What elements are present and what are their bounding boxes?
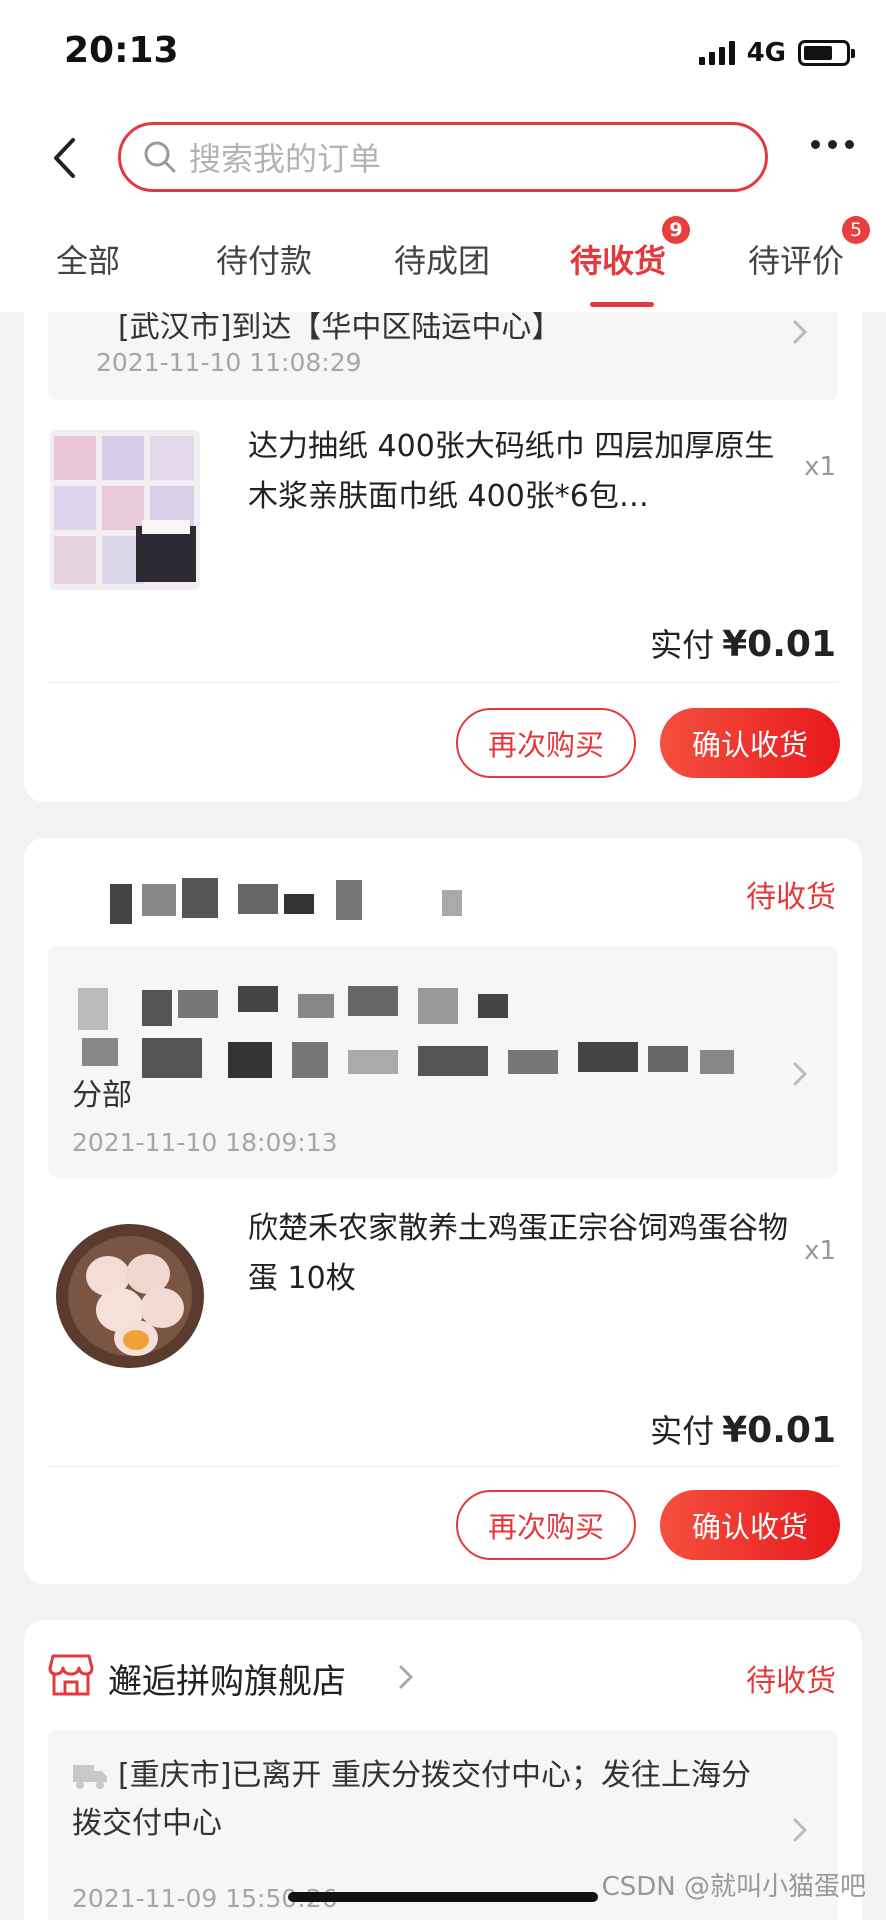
order-status: 待收货 <box>746 880 836 915</box>
tab-pending-group[interactable]: 待成团 <box>394 236 490 282</box>
chevron-left-icon <box>54 138 75 178</box>
rebuy-button[interactable]: 再次购买 <box>456 1490 636 1560</box>
battery-icon <box>798 40 855 66</box>
product-title[interactable]: 达力抽纸 400张大码纸巾 四层加厚原生木浆亲肤面巾纸 400张*6包… <box>248 422 788 522</box>
status-bar: 20:13 4G <box>0 0 886 100</box>
product-title[interactable]: 欣楚禾农家散养土鸡蛋正宗谷饲鸡蛋谷物蛋 10枚 <box>248 1204 788 1304</box>
active-tab-indicator <box>590 302 654 307</box>
chevron-right-icon <box>788 1054 812 1094</box>
tab-pending-receipt[interactable]: 待收货 9 <box>570 216 690 282</box>
confirm-receipt-button[interactable]: 确认收货 <box>660 1490 840 1560</box>
paid-amount-row: 实付 ¥0.01 <box>650 620 836 666</box>
chevron-right-icon <box>399 1665 414 1689</box>
logistics-text: [重庆市]已离开 重庆分拨交付中心；发往上海分拨交付中心 <box>72 1758 751 1841</box>
status-time: 20:13 <box>64 30 179 71</box>
logistics-info[interactable]: 分部 2021-11-10 18:09:13 <box>48 946 838 1178</box>
tab-label: 待收货 <box>570 242 667 280</box>
more-dot-icon <box>845 140 854 149</box>
product-image-tissue[interactable] <box>50 430 200 590</box>
status-indicators: 4G <box>698 38 855 68</box>
paid-label: 实付 <box>650 1412 715 1450</box>
search-icon <box>144 141 176 173</box>
store-icon <box>48 1654 94 1696</box>
order-card[interactable]: 待收货 分部 2021-11-10 18:09:13 欣楚禾农家散养土鸡蛋正宗谷… <box>24 838 862 1584</box>
logistics-text-tail: 分部 <box>72 1078 132 1113</box>
rebuy-button[interactable]: 再次购买 <box>456 708 636 778</box>
more-button[interactable] <box>811 140 854 149</box>
paid-amount-row: 实付 ¥0.01 <box>650 1406 836 1452</box>
tab-label: 待成团 <box>394 242 491 280</box>
signal-icon <box>698 41 735 65</box>
paid-amount: ¥0.01 <box>722 1410 836 1451</box>
chevron-right-icon <box>788 1810 812 1850</box>
logistics-time: 2021-11-10 18:09:13 <box>72 1128 338 1157</box>
search-placeholder: 搜索我的订单 <box>189 140 382 178</box>
product-quantity: x1 <box>804 452 836 482</box>
home-indicator[interactable] <box>288 1892 598 1902</box>
product-image-eggs[interactable] <box>50 1210 210 1380</box>
back-button[interactable] <box>44 130 84 186</box>
paid-label: 实付 <box>650 626 715 664</box>
tissue-box-image <box>50 430 200 590</box>
watermark: CSDN @就叫小猫蛋吧 <box>601 1872 866 1902</box>
chevron-right-icon <box>788 312 812 352</box>
divider <box>48 682 838 683</box>
confirm-receipt-button[interactable]: 确认收货 <box>660 708 840 778</box>
order-card[interactable]: [武汉市]到达【华中区陆运中心】 2021-11-10 11:08:29 达力抽… <box>24 300 862 802</box>
more-dot-icon <box>811 140 820 149</box>
egg-nest-image <box>50 1210 210 1380</box>
count-badge: 5 <box>842 216 870 244</box>
tab-pending-review[interactable]: 待评价 5 <box>748 216 870 282</box>
divider <box>48 1466 838 1467</box>
header: 搜索我的订单 全部 待付款 待成团 待收货 9 待评价 5 <box>0 100 886 312</box>
tab-label: 待评价 <box>748 242 845 280</box>
logistics-info[interactable]: [武汉市]到达【华中区陆运中心】 2021-11-10 11:08:29 <box>48 300 838 400</box>
order-tabs: 全部 待付款 待成团 待收货 9 待评价 5 <box>0 216 886 312</box>
search-input[interactable]: 搜索我的订单 <box>118 122 768 192</box>
more-dot-icon <box>828 140 837 149</box>
store-name: 邂逅拼购旗舰店 <box>108 1662 346 1702</box>
paid-amount: ¥0.01 <box>722 624 836 665</box>
product-quantity: x1 <box>804 1236 836 1266</box>
count-badge: 9 <box>662 216 690 244</box>
network-type: 4G <box>746 38 786 68</box>
tab-pending-payment[interactable]: 待付款 <box>216 236 312 282</box>
tab-label: 待付款 <box>216 242 313 280</box>
tab-label: 全部 <box>56 242 121 280</box>
logistics-time: 2021-11-10 11:08:29 <box>96 348 362 377</box>
tab-all[interactable]: 全部 <box>56 236 120 282</box>
order-status: 待收货 <box>746 1664 836 1699</box>
